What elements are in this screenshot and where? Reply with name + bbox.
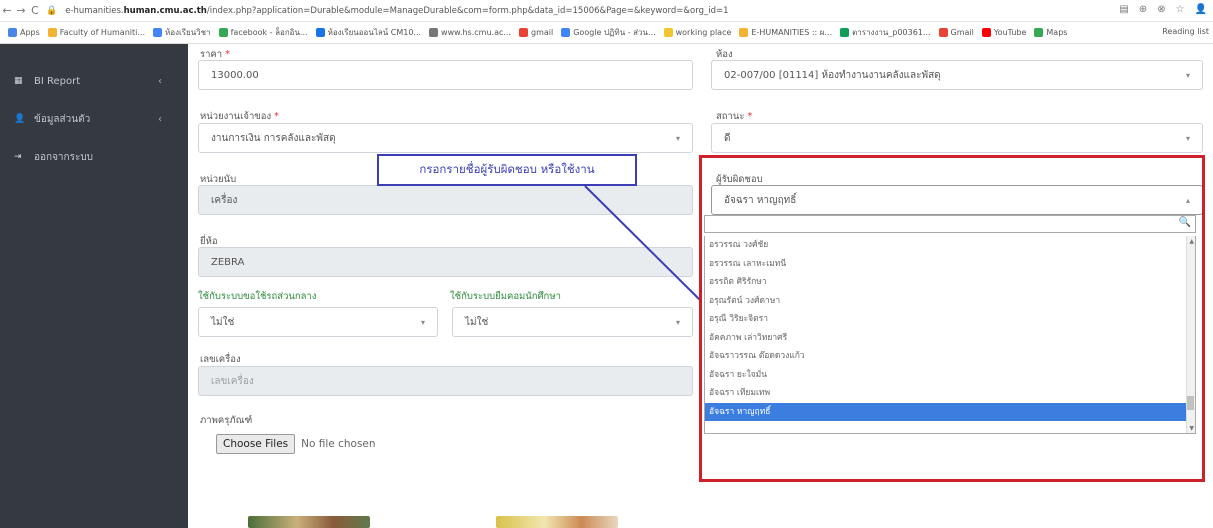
dropdown-option[interactable]: อัคคภาพ เล่าวิทยาศรี <box>705 329 1195 348</box>
dropdown-option[interactable]: อัจฉรา ยะใจมั่น <box>705 366 1195 385</box>
dropdown-search-input[interactable]: 🔍 <box>704 215 1196 233</box>
dropdown-option[interactable]: อรุณรัตน์ วงศ์ดาษา <box>705 292 1195 311</box>
dropdown-option[interactable]: อัจฉรา หาญฤทธิ์ <box>705 402 1195 421</box>
callout-box: กรอกรายชื่อผู้รับผิดชอบ หรือใช้งาน <box>377 154 637 186</box>
scrollbar-thumb[interactable] <box>1187 396 1194 410</box>
scroll-up-icon[interactable]: ▲ <box>1189 238 1194 245</box>
dropdown-option[interactable]: อัจฉรา เทียมเทพ <box>705 384 1195 403</box>
dropdown-option[interactable]: อัจฉราวรรณ ต๊อดดวงแก้ว <box>705 347 1195 366</box>
dropdown-scrollbar[interactable]: ▲ ▼ <box>1186 236 1195 433</box>
dropdown-option[interactable]: อรวรรณ วงศ์ชัย <box>705 236 1195 255</box>
dropdown-list[interactable]: อรวรรณ วงศ์ชัย อรวรรณ เลาหะเมทนี อรรถิต ศิ… <box>704 236 1196 434</box>
dropdown-option[interactable]: อรุณี วิริยะจิตรา <box>705 310 1195 329</box>
dropdown-option[interactable]: อรรถิต ศิริรักษา <box>705 273 1195 292</box>
search-icon: 🔍 <box>1178 217 1191 228</box>
scroll-down-icon[interactable]: ▼ <box>1189 425 1194 432</box>
dropdown-option[interactable]: อรวรรณ เลาหะเมทนี <box>705 255 1195 274</box>
